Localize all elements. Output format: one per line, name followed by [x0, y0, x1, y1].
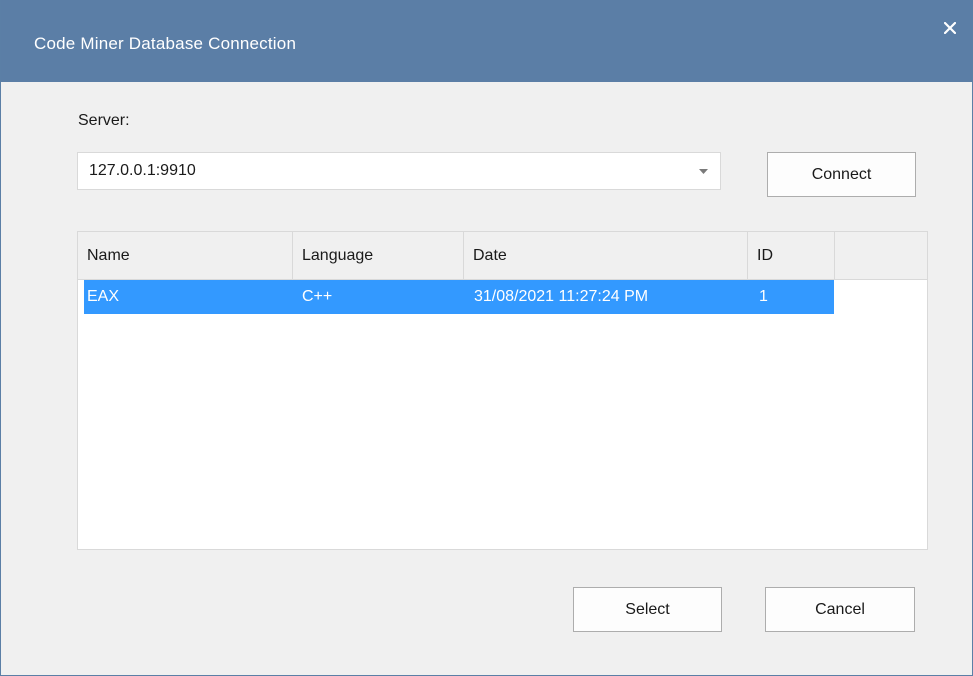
server-label: Server:: [78, 112, 130, 129]
cell-date: 31/08/2021 11:27:24 PM: [474, 288, 649, 305]
dialog-title: Code Miner Database Connection: [34, 34, 297, 53]
title-bar[interactable]: Code Miner Database Connection: [1, 0, 972, 82]
connect-button[interactable]: Connect: [767, 152, 916, 197]
column-header-language[interactable]: Language: [293, 232, 464, 279]
select-button[interactable]: Select: [573, 587, 722, 632]
list-header: Name Language Date ID: [78, 232, 927, 280]
chevron-down-icon[interactable]: [699, 169, 708, 174]
column-header-filler: [835, 232, 927, 279]
cell-id: 1: [759, 288, 768, 305]
cancel-button[interactable]: Cancel: [765, 587, 915, 632]
cell-language: C++: [302, 288, 333, 305]
column-header-date[interactable]: Date: [464, 232, 748, 279]
cell-name: EAX: [87, 288, 120, 305]
column-header-id[interactable]: ID: [748, 232, 835, 279]
server-value: 127.0.0.1:9910: [89, 162, 196, 179]
column-header-name[interactable]: Name: [78, 232, 293, 279]
close-icon: [944, 22, 956, 34]
table-row[interactable]: EAX C++ 31/08/2021 11:27:24 PM 1: [84, 280, 834, 314]
close-button[interactable]: [936, 14, 964, 42]
server-combobox[interactable]: 127.0.0.1:9910: [77, 152, 721, 190]
database-list[interactable]: Name Language Date ID EAX C++ 31/08/2021…: [77, 231, 928, 550]
dialog-window: Code Miner Database Connection Server: 1…: [0, 0, 973, 676]
